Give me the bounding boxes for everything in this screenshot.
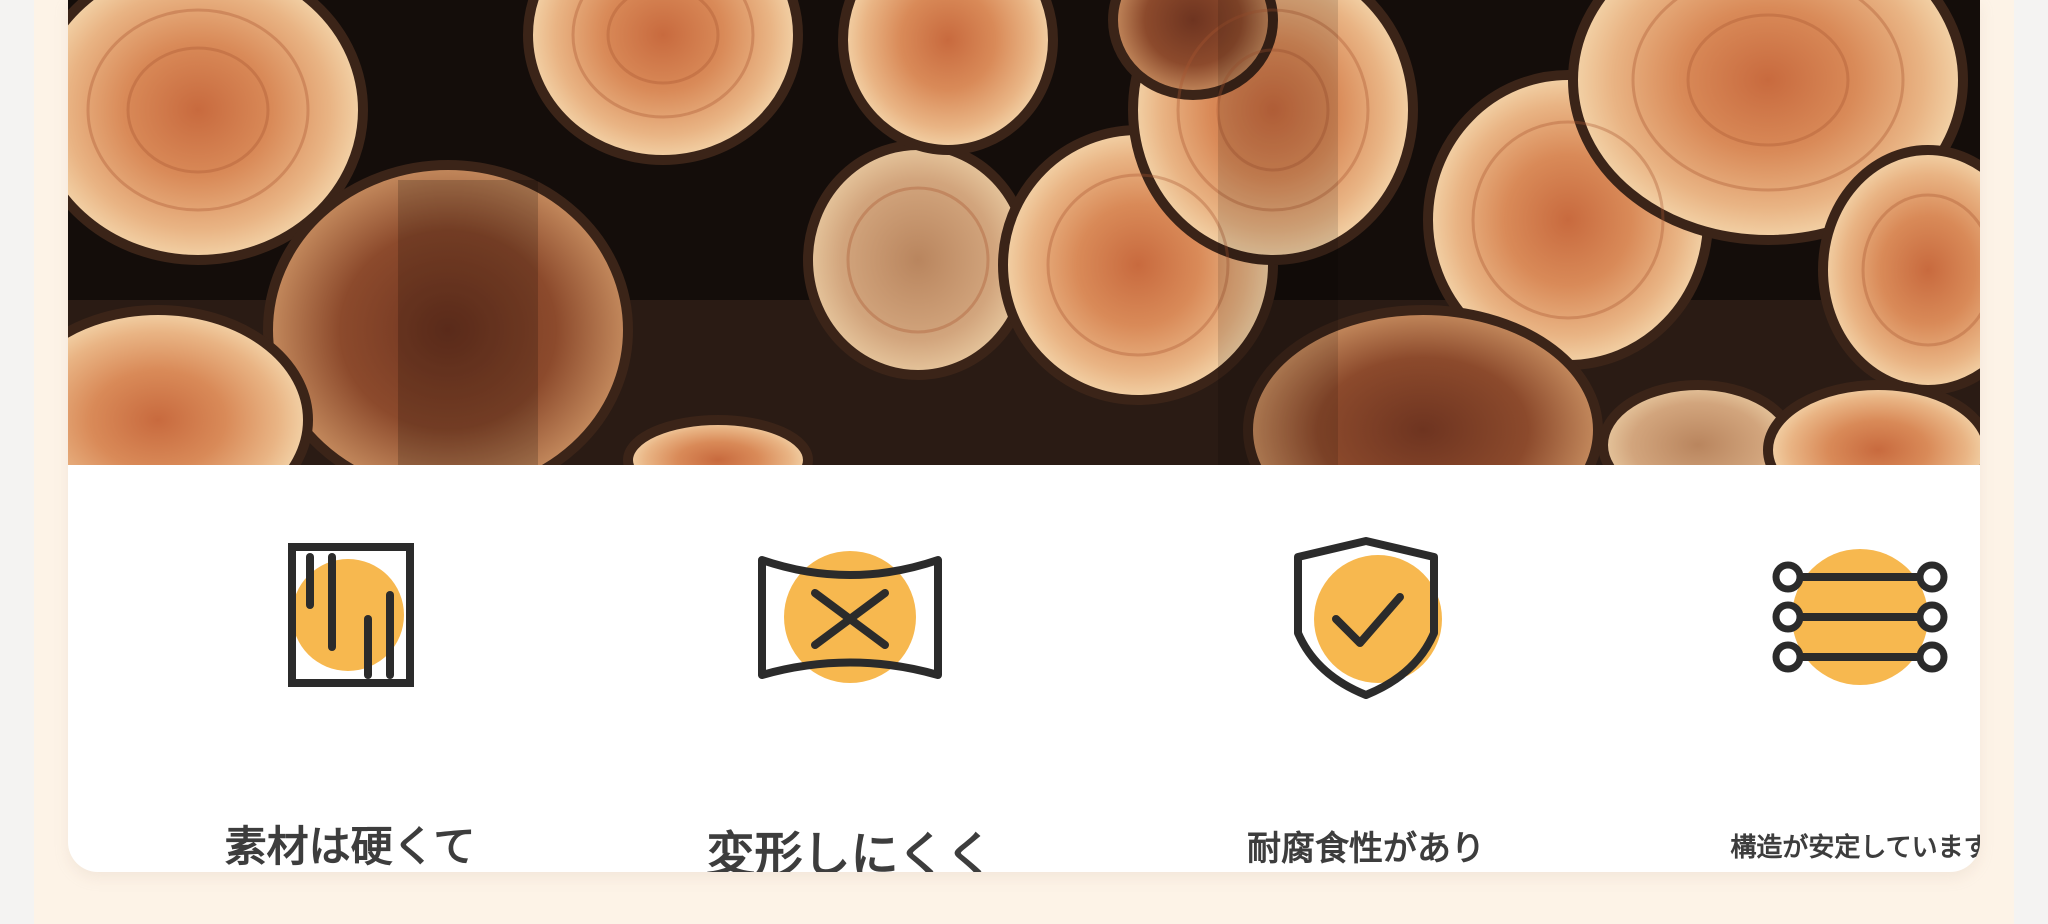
- feature-item-corrosion-resistant: 耐腐食性があり: [1156, 535, 1576, 869]
- feature-label: 耐腐食性があり: [1247, 829, 1485, 869]
- feature-label: 素材は硬くて: [224, 822, 476, 871]
- warp-cross-icon: [740, 535, 960, 705]
- feature-item-hard-material: 素材は硬くて: [140, 535, 560, 871]
- shield-check-icon: [1256, 535, 1476, 705]
- feature-item-stable-structure: 構造が安定しています: [1650, 535, 1980, 863]
- stacked-logs-image: [68, 0, 1980, 465]
- ladder-structure-icon: [1750, 535, 1970, 705]
- features-row: 素材は硬くて 変形しにくく 耐腐食性があり 構造が安定しています: [68, 465, 1980, 872]
- wood-grain-board-icon: [240, 535, 460, 705]
- feature-card: 素材は硬くて 変形しにくく 耐腐食性があり 構造が安定しています: [68, 0, 1980, 872]
- feature-label: 変形しにくく: [706, 827, 994, 872]
- feature-item-deformation-resistant: 変形しにくく: [640, 535, 1060, 872]
- feature-label: 構造が安定しています: [1730, 833, 1980, 863]
